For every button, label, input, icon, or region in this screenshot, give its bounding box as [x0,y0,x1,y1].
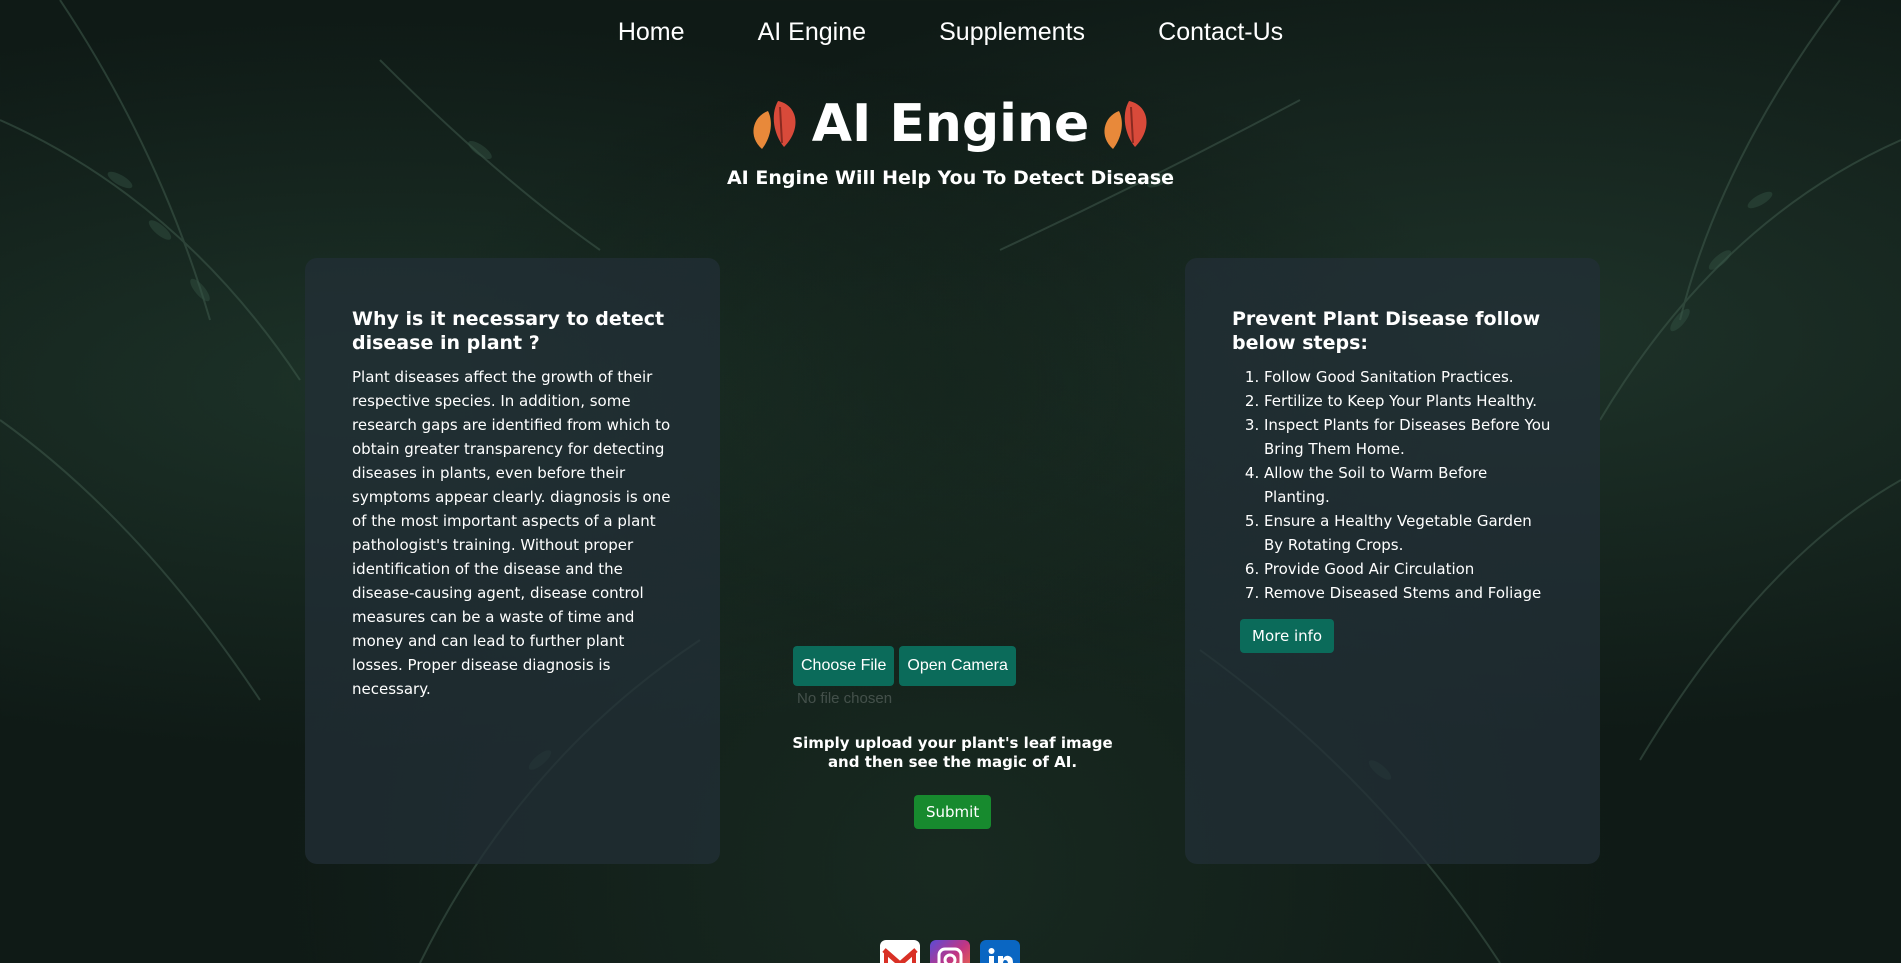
why-detect-body: Plant diseases affect the growth of thei… [352,368,671,698]
list-item: Fertilize to Keep Your Plants Healthy. [1264,389,1554,413]
social-links [880,940,1020,963]
submit-button[interactable]: Submit [914,795,992,829]
open-camera-button[interactable]: Open Camera [899,646,1016,686]
list-item: Ensure a Healthy Vegetable Garden By Rot… [1264,509,1554,557]
nav-item-contact-us[interactable]: Contact-Us [1158,18,1283,47]
list-item: Inspect Plants for Diseases Before You B… [1264,413,1554,461]
nav-item-home[interactable]: Home [618,18,685,47]
prevent-disease-heading: Prevent Plant Disease follow below steps… [1232,308,1541,354]
page-subtitle: AI Engine Will Help You To Detect Diseas… [726,167,1175,189]
upload-controls: Choose File Open Camera No file chosen [793,646,1123,707]
list-item: Provide Good Air Circulation [1264,557,1554,581]
hero-title-row: AI Engine [746,92,1156,156]
more-info-button[interactable]: More info [1240,619,1335,653]
list-item: Allow the Soil to Warm Before Planting. [1264,461,1554,509]
list-item: Remove Diseased Stems and Foliage [1264,581,1554,605]
prevention-steps-list: Follow Good Sanitation Practices. Fertil… [1232,365,1554,605]
nav-item-ai-engine[interactable]: AI Engine [758,18,866,47]
linkedin-icon[interactable] [980,940,1020,963]
hero-section: AI Engine AI Engine Will Help You To Det… [0,92,1901,189]
instagram-icon[interactable] [930,940,970,963]
nav-item-supplements[interactable]: Supplements [939,18,1085,47]
leaf-icon [1104,101,1147,149]
why-detect-card: Why is it necessary to detect disease in… [305,258,720,864]
file-status-text: No file chosen [797,690,893,707]
list-item: Follow Good Sanitation Practices. [1264,365,1554,389]
upload-instruction: Simply upload your plant's leaf image an… [792,734,1113,771]
why-detect-heading: Why is it necessary to detect disease in… [352,308,665,354]
prevent-disease-card: Prevent Plant Disease follow below steps… [1185,258,1600,864]
choose-file-button[interactable]: Choose File [793,646,895,686]
upload-button-row: Choose File Open Camera [793,646,1123,686]
leaf-icon [753,101,796,149]
top-navigation: Home AI Engine Supplements Contact-Us [0,18,1901,47]
page-title: AI Engine [811,94,1090,154]
gmail-icon[interactable] [880,940,920,963]
